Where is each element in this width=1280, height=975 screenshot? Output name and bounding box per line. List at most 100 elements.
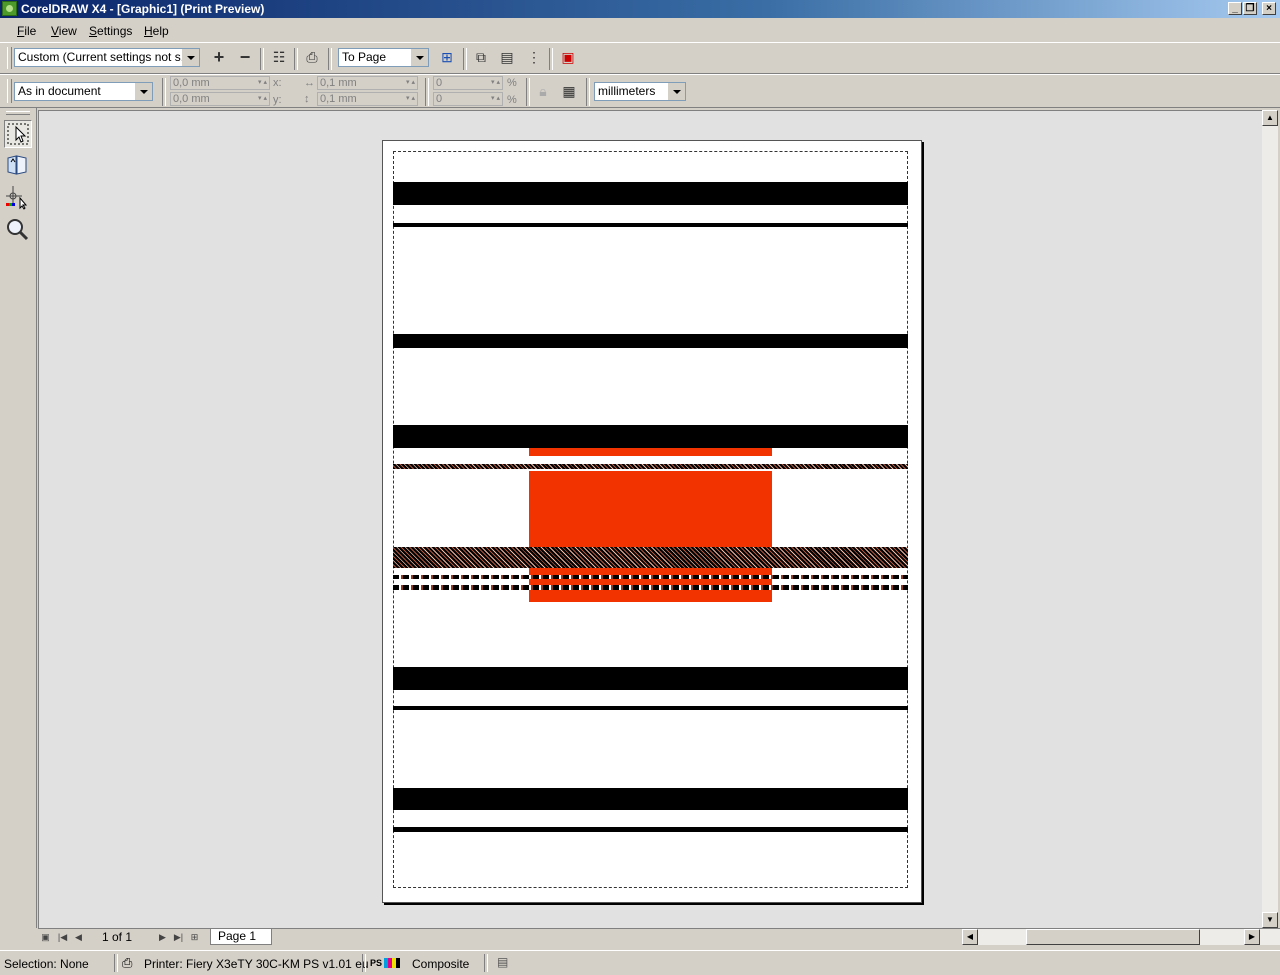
close-print-preview-icon[interactable]: ▣ xyxy=(557,46,579,68)
last-page-button[interactable]: ▶| xyxy=(171,930,186,944)
add-page-icon[interactable]: ⊞ xyxy=(187,930,202,944)
first-page-button[interactable]: |◀ xyxy=(55,930,70,944)
percent-label-x: % xyxy=(507,77,517,89)
x-label: x: xyxy=(273,77,282,89)
black-band xyxy=(393,182,908,205)
height-icon: ↕ xyxy=(304,93,310,105)
title-bar: CorelDRAW X4 - [Graphic1] (Print Preview… xyxy=(0,0,1280,18)
delete-print-style-icon[interactable]: − xyxy=(234,46,256,68)
chevron-down-icon xyxy=(411,49,428,66)
full-screen-icon[interactable]: ⊞ xyxy=(436,46,458,68)
zoom-tool[interactable] xyxy=(4,216,32,244)
mirror-icon[interactable]: ⋮ xyxy=(523,46,545,68)
close-button[interactable]: × xyxy=(1262,2,1276,15)
selection-status: Selection: None xyxy=(4,957,89,971)
width-icon: ↔ xyxy=(304,77,315,89)
orange-block xyxy=(529,471,772,547)
minimize-button[interactable]: _ xyxy=(1228,2,1242,15)
page-navigator: ▣ |◀ ◀ 1 of 1 ▶ ▶| ⊞ Page 1 ◀ ▶ xyxy=(38,928,1280,945)
restore-button[interactable]: ❐ xyxy=(1243,2,1257,15)
separator xyxy=(328,48,332,70)
black-band xyxy=(393,706,908,710)
printer-icon: ⎙ xyxy=(122,955,133,970)
next-page-button[interactable]: ▶ xyxy=(155,930,170,944)
separator xyxy=(260,48,264,70)
width-field[interactable]: 0,1 mm ▾ ▴ xyxy=(317,76,418,90)
tile-icon[interactable]: ▦ xyxy=(558,80,580,102)
menu-file[interactable]: File xyxy=(17,24,36,38)
menu-view[interactable]: View xyxy=(51,24,77,38)
zoom-select[interactable]: To Page xyxy=(338,48,429,67)
black-band xyxy=(393,827,908,832)
pick-tool-icon xyxy=(7,123,29,145)
separator xyxy=(526,78,530,106)
separator xyxy=(484,954,488,972)
x-position-field[interactable]: 0,0 mm ▾ ▴ xyxy=(170,76,270,90)
separator xyxy=(549,48,553,70)
window-title: CorelDRAW X4 - [Graphic1] (Print Preview… xyxy=(21,2,265,16)
separator xyxy=(362,954,366,972)
previous-page-button[interactable]: ◀ xyxy=(71,930,86,944)
height-field[interactable]: 0,1 mm ▾ ▴ xyxy=(317,92,418,106)
y-label: y: xyxy=(273,94,282,106)
menu-settings[interactable]: Settings xyxy=(89,24,132,38)
separator xyxy=(463,48,467,70)
page-tab[interactable]: Page 1 xyxy=(210,929,272,945)
percent-label-y: % xyxy=(507,94,517,106)
toolbar-grip[interactable] xyxy=(7,47,12,69)
scroll-down-button[interactable]: ▼ xyxy=(1262,912,1278,928)
vertical-scrollbar[interactable]: ▲ ▼ xyxy=(1262,110,1278,928)
marks-placement-tool[interactable] xyxy=(4,184,32,212)
scale-x-field[interactable]: 0 ▾ ▴ xyxy=(433,76,503,90)
status-bar: Selection: None ⎙ Printer: Fiery X3eTY 3… xyxy=(0,950,1280,975)
scroll-right-button[interactable]: ▶ xyxy=(1244,929,1260,945)
preview-page xyxy=(382,140,922,903)
printer-status: Printer: Fiery X3eTY 30C-KM PS v1.01 eu xyxy=(144,957,369,971)
chevron-down-icon xyxy=(668,83,685,100)
scroll-left-button[interactable]: ◀ xyxy=(962,929,978,945)
y-position-field[interactable]: 0,0 mm ▾ ▴ xyxy=(170,92,270,106)
page-info-icon[interactable]: ▣ xyxy=(38,930,53,944)
black-band xyxy=(393,425,908,448)
black-band xyxy=(393,334,908,348)
separator xyxy=(425,78,429,106)
lock-ratio-icon[interactable]: 🔒︎ xyxy=(532,80,554,102)
pick-tool[interactable] xyxy=(4,120,32,148)
print-style-select[interactable]: Custom (Current settings not s... xyxy=(14,48,200,67)
striped-band xyxy=(393,585,908,590)
print-icon[interactable]: ⎙ xyxy=(301,46,323,68)
postscript-icon: PS xyxy=(370,956,404,973)
marks-placement-icon xyxy=(6,186,28,210)
add-print-style-icon[interactable]: + xyxy=(208,46,230,68)
toolbox-grip[interactable] xyxy=(6,111,30,115)
film-icon: ▤ xyxy=(497,955,509,969)
toolbar-grip[interactable] xyxy=(7,79,12,103)
imposition-layout-tool[interactable] xyxy=(4,152,32,180)
striped-band xyxy=(393,575,908,579)
print-preview-toolbar: Custom (Current settings not s... + − ☷ … xyxy=(0,42,1280,74)
hatched-band xyxy=(393,547,908,568)
separator xyxy=(586,78,590,106)
hatched-band xyxy=(393,464,908,469)
horizontal-scrollbar[interactable]: ◀ ▶ xyxy=(962,929,1280,945)
horizontal-scroll-thumb[interactable] xyxy=(1026,929,1200,945)
property-bar: As in document 0,0 mm ▾ ▴ 0,0 mm ▾ ▴ x: y:… xyxy=(0,74,1280,108)
svg-text:PS: PS xyxy=(370,958,382,968)
scale-y-field[interactable]: 0 ▾ ▴ xyxy=(433,92,503,106)
preview-canvas[interactable] xyxy=(38,110,1262,928)
output-mode-status: Composite xyxy=(412,957,470,971)
imposition-layout-icon xyxy=(7,155,27,175)
scroll-up-button[interactable]: ▲ xyxy=(1262,110,1278,126)
separator xyxy=(294,48,298,70)
invert-icon[interactable]: ▤ xyxy=(496,46,518,68)
page-counter: 1 of 1 xyxy=(102,930,133,944)
coreldraw-app-icon[interactable] xyxy=(2,1,17,16)
black-band xyxy=(393,667,908,690)
black-band xyxy=(393,223,908,227)
separator xyxy=(162,78,166,106)
units-select[interactable]: millimeters xyxy=(594,82,686,101)
separations-icon[interactable]: ⧉ xyxy=(470,46,492,68)
menu-help[interactable]: Help xyxy=(144,24,169,38)
print-options-icon[interactable]: ☷ xyxy=(268,46,290,68)
position-select[interactable]: As in document xyxy=(14,82,153,101)
